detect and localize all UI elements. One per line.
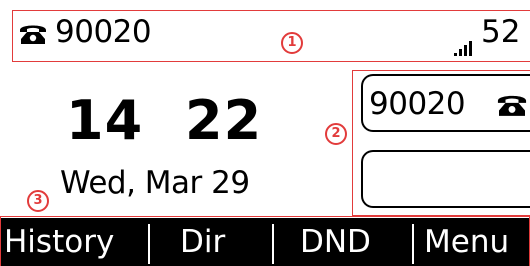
line-key-2[interactable] <box>361 150 530 208</box>
phone-icon <box>20 25 46 44</box>
annotation-marker-2: 2 <box>325 123 347 145</box>
softkey-divider <box>272 224 274 264</box>
annotation-marker-3: 3 <box>27 190 49 212</box>
softkey-menu[interactable]: Menu <box>424 218 530 266</box>
line-key-1[interactable]: 90020 <box>361 74 530 132</box>
account-number: 90020 <box>55 14 152 50</box>
annotation-marker-1: 1 <box>281 32 303 54</box>
status-right-text: 52 <box>481 14 521 50</box>
phone-idle-screen: 90020 52 1 14 22 Wed, Mar 29 2 90020 His… <box>0 0 530 266</box>
softkey-divider <box>148 224 150 264</box>
clock-minutes: 22 <box>185 89 263 152</box>
line-key-label: 90020 <box>369 86 466 122</box>
date-display: Wed, Mar 29 <box>60 165 250 201</box>
softkey-dnd[interactable]: DND <box>300 218 410 266</box>
phone-icon <box>497 95 527 116</box>
softkey-dir[interactable]: Dir <box>180 218 270 266</box>
signal-strength-icon <box>454 41 472 56</box>
softkey-divider <box>412 224 414 264</box>
softkey-history[interactable]: History <box>4 218 146 266</box>
clock-hours: 14 <box>66 89 144 152</box>
